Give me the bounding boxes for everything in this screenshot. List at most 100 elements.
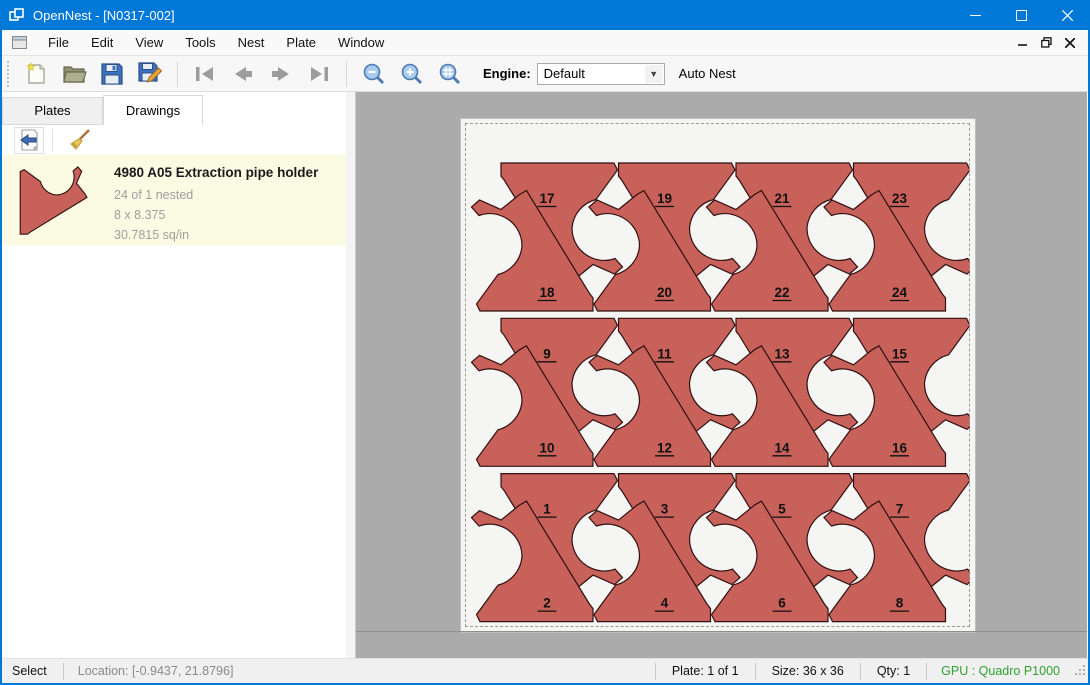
clean-drawings-button[interactable] — [65, 127, 95, 154]
document-icon[interactable] — [12, 36, 27, 49]
part-number: 23 — [892, 191, 908, 206]
drawings-toolbar — [2, 125, 355, 155]
mdi-close-button[interactable] — [1058, 33, 1082, 53]
mdi-minimize-button[interactable] — [1010, 33, 1034, 53]
opennest-window: OpenNest - [N0317-002] FileEditViewTools… — [0, 0, 1090, 685]
part-number: 9 — [543, 346, 551, 361]
part-number: 19 — [657, 191, 672, 206]
tab-plates[interactable]: Plates — [2, 97, 103, 125]
menu-item-file[interactable]: File — [37, 31, 80, 54]
part-number: 22 — [774, 285, 789, 300]
toolbar-separator — [52, 129, 53, 151]
menu-item-plate[interactable]: Plate — [275, 31, 327, 54]
part-number: 1 — [543, 502, 551, 517]
nested-parts-view[interactable]: 171819202122232491011121314151612345678 — [465, 123, 970, 627]
status-location: Location: [-0.9437, 21.8796] — [64, 664, 248, 678]
part-number: 2 — [543, 596, 551, 611]
previous-plate-icon — [231, 65, 255, 83]
part-number: 24 — [892, 285, 908, 300]
close-button[interactable] — [1044, 0, 1090, 30]
menu-item-window[interactable]: Window — [327, 31, 395, 54]
menu-bar: FileEditViewToolsNestPlateWindow — [2, 30, 1088, 56]
part-number: 6 — [778, 596, 786, 611]
status-plate: Plate: 1 of 1 — [656, 664, 755, 678]
sidebar: Plates Drawings — [2, 92, 355, 658]
minimize-button[interactable] — [952, 0, 998, 30]
save-as-button[interactable] — [133, 59, 167, 89]
title-bar: OpenNest - [N0317-002] — [0, 0, 1090, 30]
drawing-nested-count: 24 of 1 nested — [114, 185, 318, 205]
broom-icon — [68, 128, 92, 152]
canvas-divider — [356, 631, 1087, 632]
zoom-in-button[interactable] — [395, 59, 429, 89]
main-toolbar: Engine: Default ▼ Auto Nest — [2, 56, 1088, 92]
first-plate-icon — [193, 65, 217, 83]
open-file-icon — [62, 63, 87, 85]
return-drawing-button[interactable] — [14, 127, 44, 154]
status-gpu: GPU : Quadro P1000 — [927, 664, 1074, 678]
next-plate-button[interactable] — [264, 59, 298, 89]
zoom-fit-button[interactable] — [433, 59, 467, 89]
part-number: 5 — [778, 502, 786, 517]
chevron-down-icon: ▼ — [645, 65, 663, 83]
resize-grip-icon[interactable] — [1074, 664, 1086, 679]
save-icon — [101, 63, 123, 85]
part-number: 7 — [896, 502, 904, 517]
last-plate-button[interactable] — [302, 59, 336, 89]
first-plate-button[interactable] — [188, 59, 222, 89]
toolbar-separator — [346, 61, 347, 87]
tab-drawings[interactable]: Drawings — [103, 95, 203, 125]
drawing-list-item[interactable]: 4980 A05 Extraction pipe holder 24 of 1 … — [2, 155, 347, 245]
save-button[interactable] — [95, 59, 129, 89]
status-bar: Select Location: [-0.9437, 21.8796] Plat… — [2, 658, 1088, 683]
engine-label: Engine: — [483, 66, 531, 81]
part-number: 3 — [661, 502, 669, 517]
zoom-in-icon — [400, 62, 424, 86]
open-file-button[interactable] — [57, 59, 91, 89]
menu-item-edit[interactable]: Edit — [80, 31, 124, 54]
previous-plate-button[interactable] — [226, 59, 260, 89]
mdi-restore-button[interactable] — [1034, 33, 1058, 53]
status-mode: Select — [2, 664, 63, 678]
part-number: 13 — [774, 346, 790, 361]
maximize-button[interactable] — [998, 0, 1044, 30]
menu-item-nest[interactable]: Nest — [227, 31, 276, 54]
nesting-canvas[interactable]: 171819202122232491011121314151612345678 — [356, 92, 1087, 658]
part-number: 21 — [774, 191, 790, 206]
part-number: 20 — [657, 285, 672, 300]
new-file-icon — [24, 62, 48, 86]
new-file-button[interactable] — [19, 59, 53, 89]
sidebar-tabs: Plates Drawings — [2, 95, 203, 125]
zoom-out-button[interactable] — [357, 59, 391, 89]
part-number: 4 — [661, 596, 669, 611]
zoom-fit-icon — [438, 62, 462, 86]
engine-select[interactable]: Default ▼ — [537, 63, 665, 85]
part-number: 15 — [892, 346, 908, 361]
return-drawing-icon — [18, 129, 40, 151]
drawing-thumbnail — [16, 165, 92, 245]
drawing-title: 4980 A05 Extraction pipe holder — [114, 165, 318, 180]
menu-item-view[interactable]: View — [124, 31, 174, 54]
part-number: 18 — [539, 285, 555, 300]
part-number: 14 — [774, 440, 790, 455]
part-number: 16 — [892, 440, 908, 455]
toolbar-separator — [177, 61, 178, 87]
part-number: 8 — [896, 596, 904, 611]
sidebar-scrollbar[interactable] — [346, 92, 355, 658]
menu-item-tools[interactable]: Tools — [174, 31, 226, 54]
part-number: 10 — [539, 440, 554, 455]
drawing-area: 30.7815 sq/in — [114, 225, 318, 245]
app-logo-icon — [9, 7, 25, 23]
drawing-dimensions: 8 x 8.375 — [114, 205, 318, 225]
part-number: 12 — [657, 440, 672, 455]
save-as-icon — [138, 62, 162, 85]
part-number: 17 — [539, 191, 554, 206]
next-plate-icon — [269, 65, 293, 83]
toolbar-grip[interactable] — [7, 61, 11, 87]
status-qty: Qty: 1 — [861, 664, 926, 678]
engine-value: Default — [544, 66, 585, 81]
auto-nest-button[interactable]: Auto Nest — [679, 66, 736, 81]
window-border — [0, 30, 2, 683]
last-plate-icon — [307, 65, 331, 83]
status-size: Size: 36 x 36 — [756, 664, 860, 678]
